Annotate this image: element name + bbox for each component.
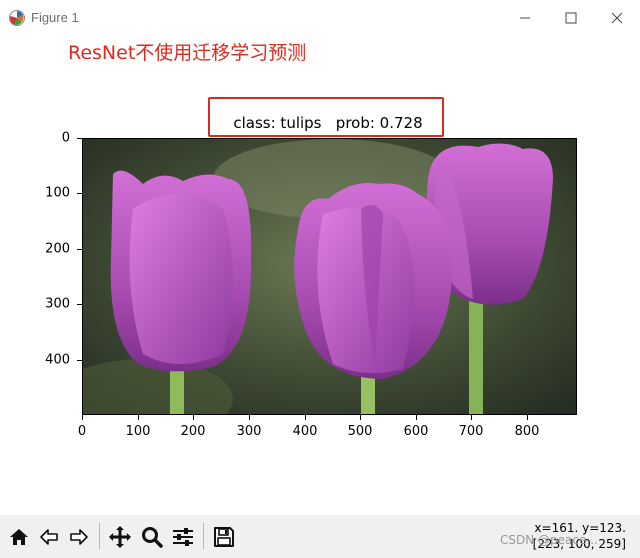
back-button[interactable] bbox=[34, 522, 64, 552]
xtick-mark bbox=[82, 415, 83, 420]
save-icon bbox=[214, 527, 234, 547]
forward-button[interactable] bbox=[64, 522, 94, 552]
ytick-mark bbox=[77, 138, 82, 139]
xtick-mark bbox=[138, 415, 139, 420]
maximize-button[interactable] bbox=[548, 0, 594, 36]
matplotlib-icon bbox=[9, 10, 25, 26]
ytick-mark bbox=[77, 360, 82, 361]
xtick-mark bbox=[471, 415, 472, 420]
window-titlebar: Figure 1 bbox=[0, 0, 640, 36]
ytick-label: 200 bbox=[45, 241, 70, 257]
ytick-mark bbox=[77, 249, 82, 250]
xtick-mark bbox=[193, 415, 194, 420]
pan-button[interactable] bbox=[105, 522, 135, 552]
xtick-label: 200 bbox=[180, 424, 206, 439]
xtick-label: 600 bbox=[403, 424, 429, 439]
home-icon bbox=[10, 529, 28, 545]
configure-subplots-button[interactable] bbox=[168, 522, 198, 552]
xtick-mark bbox=[360, 415, 361, 420]
save-button[interactable] bbox=[209, 522, 239, 552]
ytick-label: 100 bbox=[45, 185, 70, 201]
watermark: CSDN @peace... bbox=[500, 533, 598, 547]
xtick-mark bbox=[305, 415, 306, 420]
xtick-label: 300 bbox=[236, 424, 262, 439]
ytick-label: 400 bbox=[45, 352, 70, 368]
zoom-button[interactable] bbox=[137, 522, 167, 552]
xtick-mark bbox=[249, 415, 250, 420]
xtick-label: 0 bbox=[77, 424, 87, 439]
close-icon bbox=[611, 12, 623, 24]
close-button[interactable] bbox=[594, 0, 640, 36]
window-title: Figure 1 bbox=[31, 10, 79, 25]
ytick-mark bbox=[77, 193, 82, 194]
toolbar-separator bbox=[203, 523, 204, 549]
annotation-text: ResNet不使用迁移学习预测 bbox=[68, 42, 307, 64]
home-button[interactable] bbox=[4, 522, 34, 552]
pan-icon bbox=[109, 526, 131, 548]
xtick-label: 500 bbox=[347, 424, 373, 439]
xtick-label: 100 bbox=[125, 424, 151, 439]
ytick-label: 0 bbox=[61, 130, 70, 146]
xtick-label: 800 bbox=[514, 424, 540, 439]
toolbar-separator bbox=[99, 523, 100, 549]
ytick-mark bbox=[77, 304, 82, 305]
configure-subplots-icon bbox=[173, 528, 193, 546]
xtick-mark bbox=[527, 415, 528, 420]
xtick-label: 700 bbox=[458, 424, 484, 439]
plot-title: class: tulips prob: 0.728 bbox=[233, 114, 423, 132]
back-icon bbox=[40, 529, 58, 545]
zoom-icon bbox=[142, 527, 163, 548]
image-axes[interactable] bbox=[82, 138, 577, 415]
xtick-mark bbox=[416, 415, 417, 420]
maximize-icon bbox=[565, 12, 577, 24]
forward-icon bbox=[70, 529, 88, 545]
tulip-photo bbox=[83, 139, 576, 414]
xtick-label: 400 bbox=[292, 424, 318, 439]
minimize-icon bbox=[520, 17, 530, 19]
ytick-label: 300 bbox=[45, 296, 70, 312]
minimize-button[interactable] bbox=[502, 0, 548, 36]
